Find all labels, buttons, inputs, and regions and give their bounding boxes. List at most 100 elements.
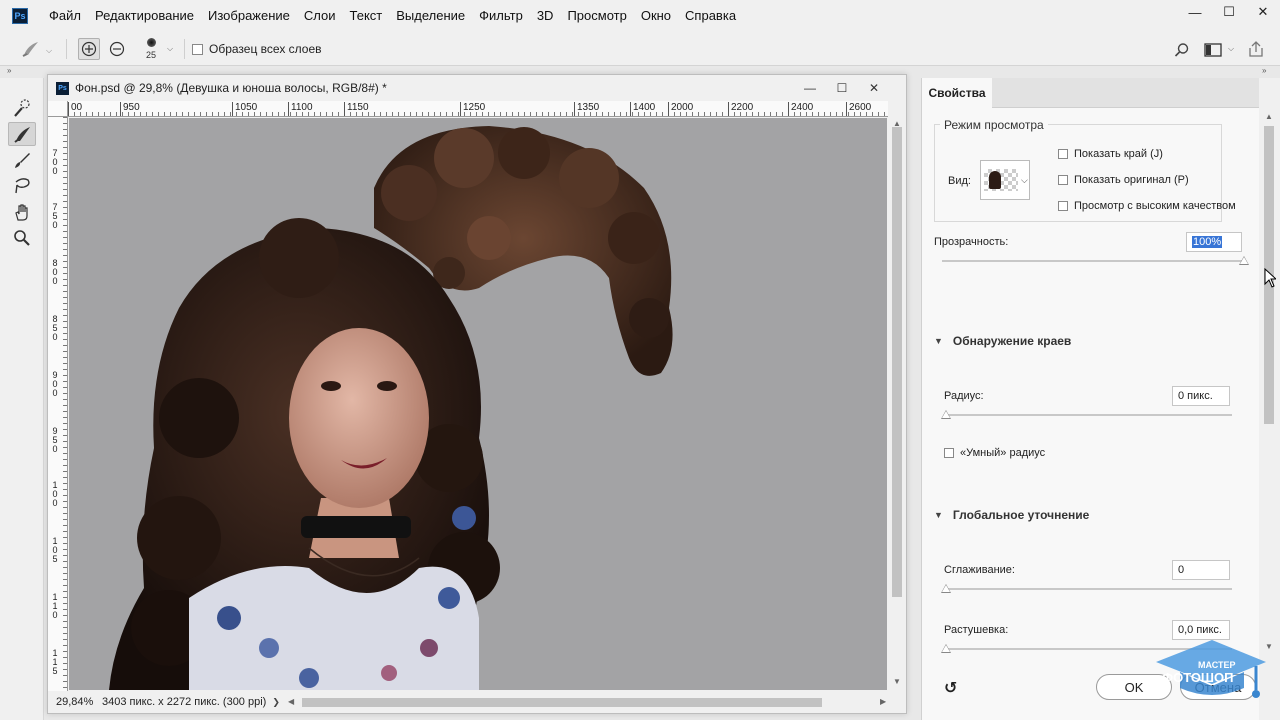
menu-window[interactable]: Окно — [634, 0, 678, 32]
ruler-vertical[interactable]: 7 0 0 7 5 0 8 0 0 8 5 0 9 0 0 9 5 0 1 0 … — [48, 117, 68, 691]
edge-detection-header[interactable]: ▼ Обнаружение краев — [934, 334, 1071, 348]
view-mode-preview — [984, 169, 1018, 191]
menu-filter[interactable]: Фильтр — [472, 0, 530, 32]
quick-selection-tool[interactable] — [8, 96, 36, 120]
hand-icon — [15, 204, 28, 221]
opacity-input[interactable]: 100% — [1186, 232, 1242, 252]
show-edge-label: Показать край (J) — [1074, 148, 1163, 160]
slider-knob[interactable] — [941, 410, 951, 419]
document-canvas[interactable] — [69, 118, 887, 690]
doc-close-button[interactable]: ✕ — [858, 78, 890, 98]
menu-view[interactable]: Просмотр — [560, 0, 633, 32]
workspace-button[interactable] — [1202, 40, 1224, 60]
panel-collapse-icon[interactable]: » — [1262, 66, 1266, 78]
brush-size-picker[interactable]: 25 — [138, 34, 164, 64]
checkbox-box[interactable] — [1058, 201, 1068, 211]
menu-layers[interactable]: Слои — [297, 0, 343, 32]
ruler-tick-label: 0 — [52, 388, 58, 398]
document-window: Ps Фон.psd @ 29,8% (Девушка и юноша воло… — [47, 74, 907, 714]
radius-slider[interactable] — [941, 410, 1232, 419]
panel-scrollbar[interactable]: ▲ ▼ — [1259, 78, 1280, 720]
ruler-tick-label: 1350 — [574, 102, 599, 116]
menu-edit[interactable]: Редактирование — [88, 0, 201, 32]
ruler-tick-label: 0 — [52, 444, 58, 454]
menu-image[interactable]: Изображение — [201, 0, 297, 32]
sample-all-layers-label: Образец всех слоев — [209, 42, 322, 56]
chevron-down-icon: ▼ — [934, 510, 943, 520]
scroll-up-icon[interactable]: ▲ — [1265, 112, 1273, 121]
chevron-down-icon: ⌵ — [1021, 174, 1028, 185]
radius-label: Радиус: — [944, 390, 984, 402]
scroll-down-icon[interactable]: ▼ — [892, 677, 902, 687]
smooth-slider[interactable] — [941, 584, 1232, 593]
high-quality-preview-checkbox[interactable]: Просмотр с высоким качеством — [1058, 200, 1236, 212]
close-button[interactable]: ✕ — [1246, 0, 1280, 24]
show-original-label: Показать оригинал (P) — [1074, 174, 1189, 186]
ruler-tick-label: 2400 — [788, 102, 813, 116]
checkbox-box[interactable] — [192, 43, 203, 55]
zoom-tool[interactable] — [8, 226, 36, 250]
checkbox-box[interactable] — [944, 448, 954, 458]
share-button[interactable] — [1246, 38, 1266, 60]
smart-radius-checkbox[interactable]: «Умный» радиус — [944, 447, 1045, 459]
menu-help[interactable]: Справка — [678, 0, 743, 32]
reset-icon[interactable]: ↺ — [944, 678, 957, 698]
doc-minimize-button[interactable]: — — [794, 78, 826, 98]
maximize-button[interactable]: ☐ — [1212, 0, 1246, 24]
photo-layer — [109, 126, 673, 690]
search-button[interactable] — [1172, 40, 1192, 60]
vertical-scrollbar[interactable]: ▲ ▼ — [888, 117, 906, 691]
checkbox-box[interactable] — [1058, 149, 1068, 159]
chevron-down-icon[interactable]: ⌵ — [1228, 44, 1234, 54]
radius-input[interactable]: 0 пикс. — [1172, 386, 1230, 406]
document-title-bar[interactable]: Ps Фон.psd @ 29,8% (Девушка и юноша воло… — [48, 75, 906, 101]
subtract-circle-icon — [109, 41, 125, 57]
sample-all-layers-checkbox[interactable]: Образец всех слоев — [192, 42, 322, 56]
ruler-horizontal[interactable]: 00 950 1050 1100 1150 1250 1350 1400 200… — [68, 101, 888, 117]
refine-edge-brush-tool[interactable] — [8, 122, 36, 146]
info-menu-arrow-icon[interactable]: ❯ — [272, 697, 280, 708]
ruler-tick-label: 0 — [52, 332, 58, 342]
global-refinement-title: Глобальное уточнение — [952, 508, 1090, 522]
menu-type[interactable]: Текст — [343, 0, 390, 32]
show-edge-checkbox[interactable]: Показать край (J) — [1058, 148, 1163, 160]
slider-knob[interactable] — [1239, 256, 1249, 265]
chevron-down-icon[interactable]: ⌵ — [167, 44, 173, 54]
scrollbar-thumb[interactable] — [302, 698, 822, 707]
checkbox-box[interactable] — [1058, 175, 1068, 185]
brush-tool[interactable] — [8, 148, 36, 172]
tab-properties[interactable]: Свойства — [922, 78, 992, 108]
erase-refinements-button[interactable] — [106, 38, 128, 60]
toolbar-collapse-icon[interactable]: » — [7, 66, 11, 78]
doc-maximize-button[interactable]: ☐ — [826, 78, 858, 98]
view-label: Вид: — [948, 175, 971, 187]
scroll-right-icon[interactable]: ▶ — [880, 697, 886, 706]
horizontal-scrollbar[interactable]: ◀ ▶ — [288, 695, 888, 709]
scroll-left-icon[interactable]: ◀ — [288, 697, 294, 706]
show-original-checkbox[interactable]: Показать оригинал (P) — [1058, 174, 1189, 186]
menu-3d[interactable]: 3D — [530, 0, 561, 32]
lasso-tool[interactable] — [8, 174, 36, 198]
opacity-slider[interactable] — [942, 256, 1249, 265]
zoom-level[interactable]: 29,84% — [56, 696, 96, 708]
minimize-button[interactable]: — — [1178, 0, 1212, 24]
expand-detection-button[interactable] — [78, 38, 100, 60]
photoshop-doc-icon: Ps — [56, 81, 69, 95]
tool-preset-picker[interactable] — [18, 38, 44, 60]
view-mode-dropdown[interactable]: ⌵ — [980, 160, 1030, 200]
menu-file[interactable]: Файл — [42, 0, 88, 32]
global-refinement-header[interactable]: ▼ Глобальное уточнение — [934, 508, 1089, 522]
scrollbar-thumb[interactable] — [892, 127, 902, 597]
options-bar: ⌵ 25 ⌵ Образец всех слоев ⌵ — [0, 32, 1280, 66]
ruler-origin[interactable] — [48, 101, 68, 117]
slider-knob[interactable] — [941, 584, 951, 593]
ruler-tick-label: 00 — [68, 102, 82, 116]
slider-knob[interactable] — [941, 644, 951, 653]
document-info: 3403 пикс. x 2272 пикс. (300 ppi) — [102, 696, 267, 708]
ruler-tick-label: 0 — [52, 220, 58, 230]
smooth-input[interactable]: 0 — [1172, 560, 1230, 580]
hand-tool[interactable] — [8, 200, 36, 224]
menu-select[interactable]: Выделение — [389, 0, 472, 32]
chevron-down-icon[interactable]: ⌵ — [46, 46, 52, 56]
feather-label: Растушевка: — [944, 624, 1009, 636]
